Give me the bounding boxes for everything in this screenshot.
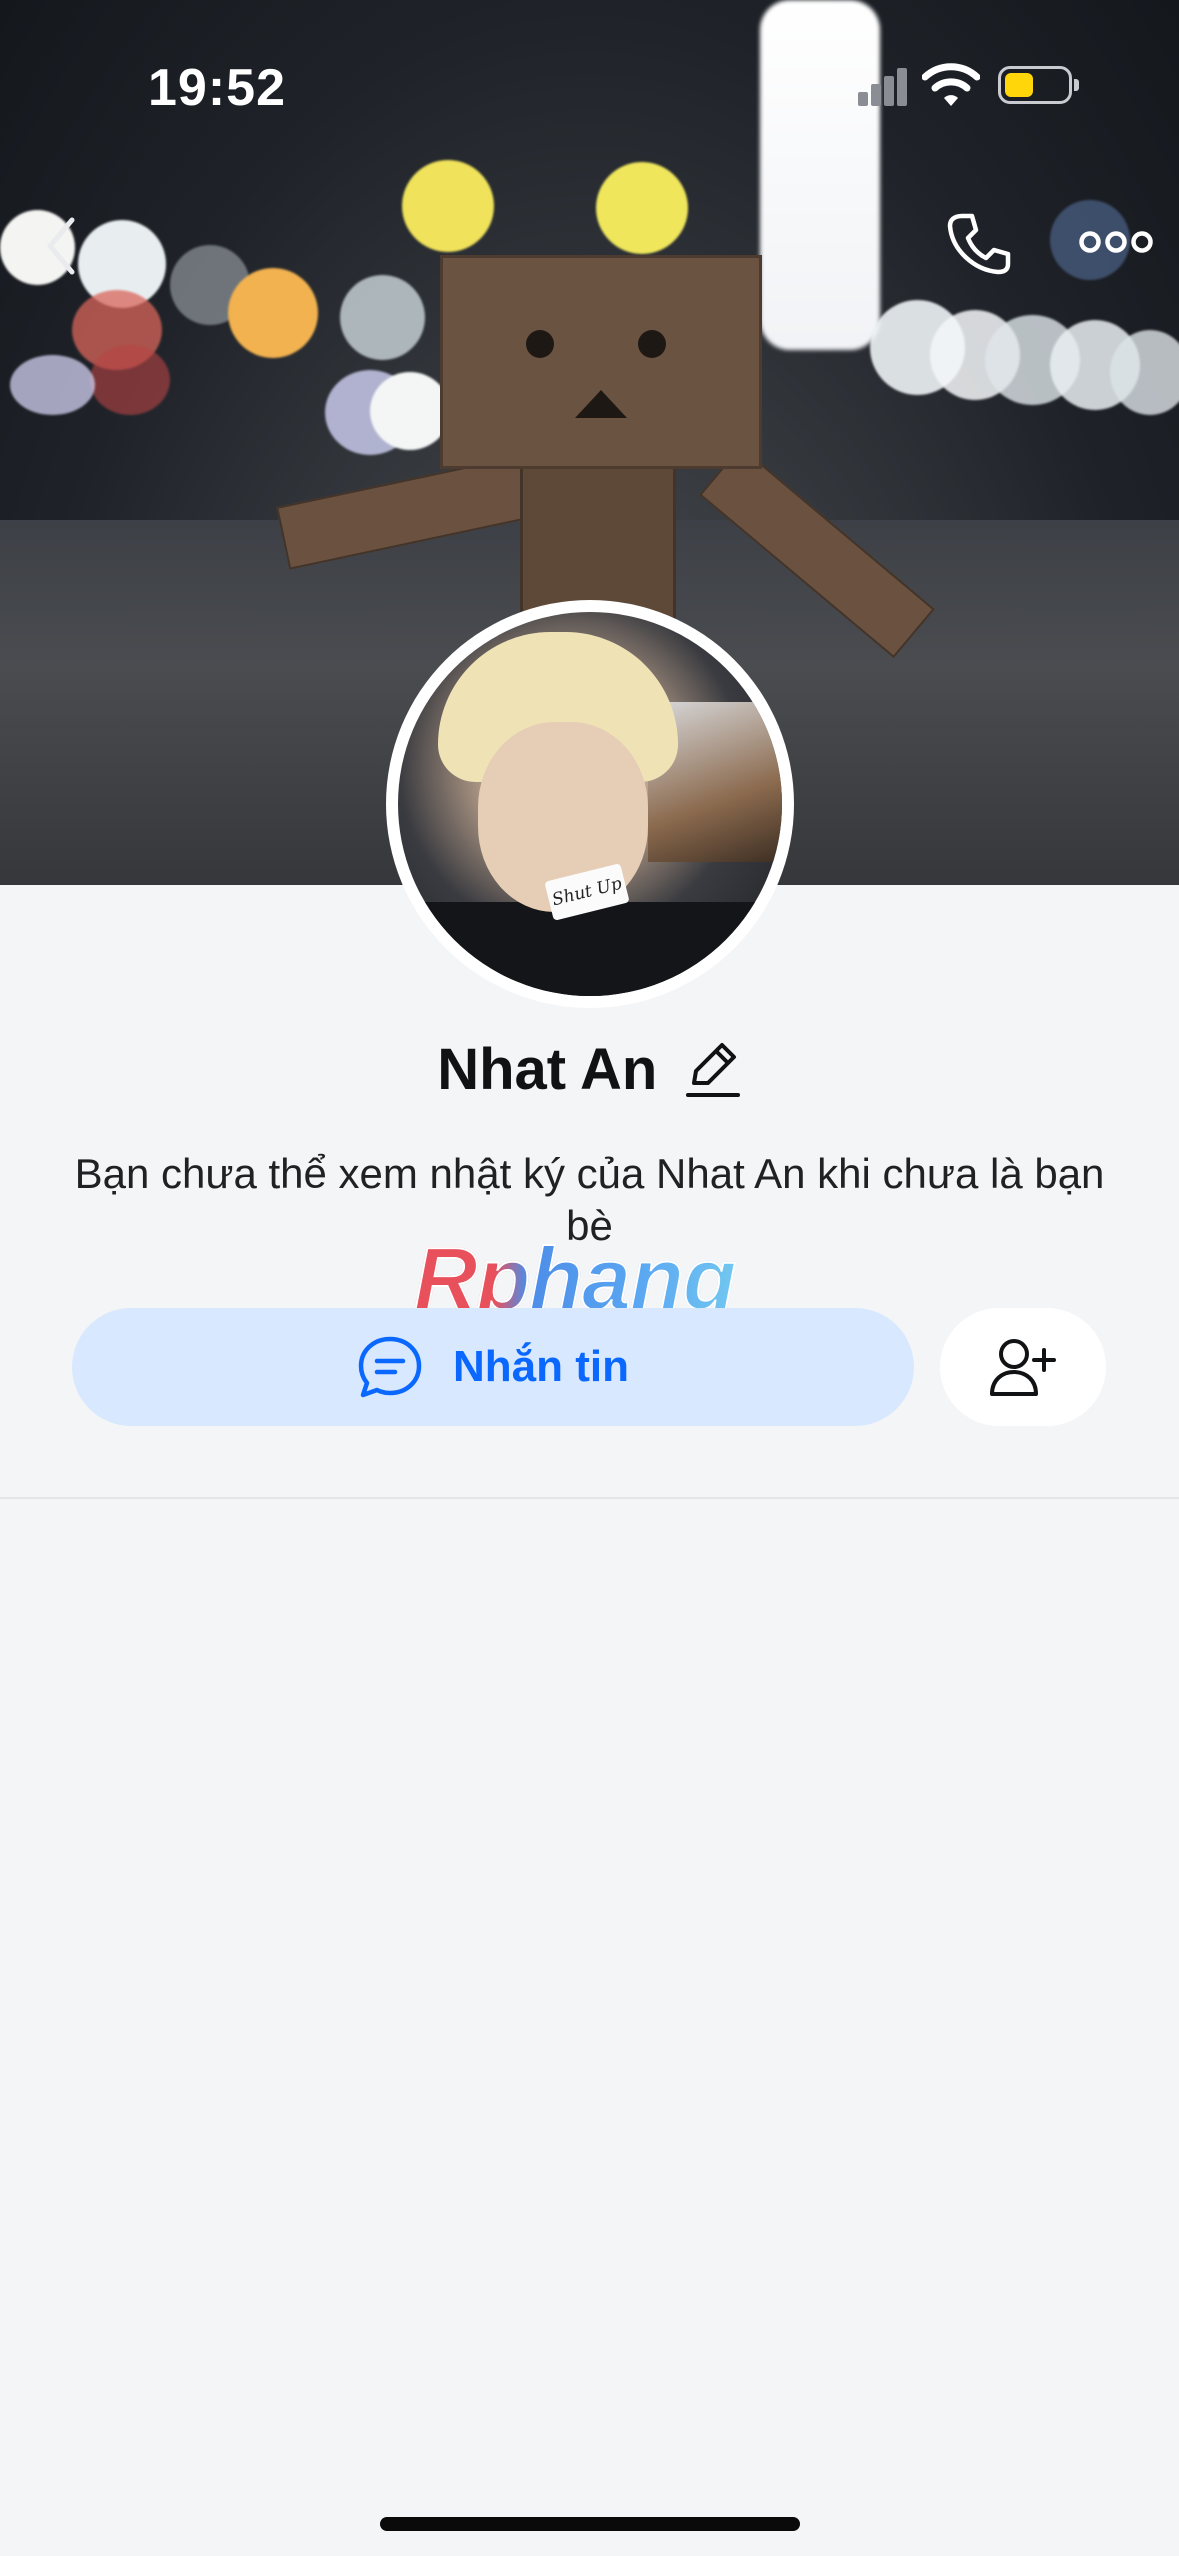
cover-bokeh [596, 162, 688, 254]
profile-name: Nhat An [437, 1037, 658, 1102]
cellular-signal-icon [858, 66, 908, 106]
cover-figure-eye [638, 330, 666, 358]
back-chevron-icon[interactable] [36, 206, 96, 286]
wifi-icon [922, 63, 980, 106]
cover-bokeh [402, 160, 494, 252]
add-friend-icon [990, 1339, 1056, 1396]
cover-figure-mouth [575, 390, 627, 418]
add-friend-button[interactable] [940, 1308, 1106, 1426]
cover-figure-head [440, 255, 762, 469]
pencil-icon[interactable] [684, 1039, 742, 1101]
more-horizontal-icon[interactable] [1078, 222, 1154, 262]
message-button-label: Nhắn tin [453, 1342, 629, 1391]
home-indicator[interactable] [380, 2517, 800, 2531]
cover-figure-eye [526, 330, 554, 358]
message-button[interactable]: Nhắn tin [72, 1308, 914, 1426]
chat-bubble-icon [358, 1336, 422, 1398]
profile-name-row: Nhat An [0, 1036, 1179, 1103]
avatar-photo: Shut Up [398, 612, 782, 996]
cover-bokeh [228, 268, 318, 358]
cover-bokeh [370, 372, 450, 450]
section-divider [0, 1497, 1179, 1499]
cover-bokeh [1110, 330, 1179, 415]
cover-light-streak [760, 0, 880, 350]
phone-icon[interactable] [944, 208, 1014, 278]
cover-bokeh [10, 355, 95, 415]
cover-bokeh [90, 345, 170, 415]
battery-icon [998, 66, 1079, 104]
profile-avatar[interactable]: Shut Up [386, 600, 794, 1008]
cover-bokeh [340, 275, 425, 360]
status-time: 19:52 [148, 59, 286, 117]
